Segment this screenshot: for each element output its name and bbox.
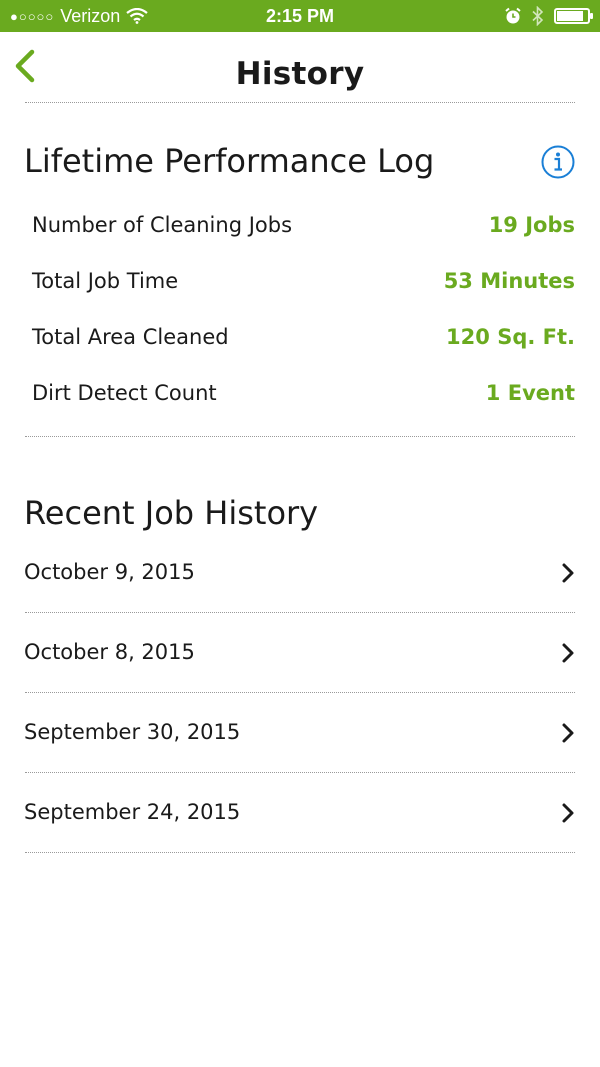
chevron-right-icon: [562, 643, 574, 663]
divider: [25, 102, 575, 103]
page-title: History: [235, 56, 365, 92]
stat-row-cleaning-jobs: Number of Cleaning Jobs 19 Jobs: [32, 213, 575, 243]
divider: [25, 436, 575, 437]
info-button[interactable]: [541, 145, 575, 179]
stat-label: Dirt Detect Count: [32, 381, 217, 405]
stat-label: Total Job Time: [32, 269, 179, 293]
job-history-row[interactable]: October 9, 2015: [24, 554, 575, 594]
job-date: October 8, 2015: [24, 640, 195, 664]
job-date: October 9, 2015: [24, 560, 195, 584]
stat-row-dirt-detect: Dirt Detect Count 1 Event: [32, 381, 575, 411]
stat-value: 120 Sq. Ft.: [446, 325, 575, 349]
chevron-right-icon: [562, 803, 574, 823]
stat-value: 1 Event: [485, 381, 575, 405]
divider: [25, 852, 575, 853]
info-icon: [541, 145, 575, 179]
status-bar: ●○○○○ Verizon 2:15 PM: [0, 0, 600, 32]
chevron-right-icon: [562, 723, 574, 743]
stat-label: Total Area Cleaned: [32, 325, 229, 349]
stat-label: Number of Cleaning Jobs: [32, 213, 293, 237]
stat-value: 53 Minutes: [443, 269, 575, 293]
battery-level: [557, 11, 583, 21]
job-history-row[interactable]: September 24, 2015: [24, 794, 575, 834]
bluetooth-icon: [532, 6, 544, 26]
status-right: [504, 0, 593, 32]
recent-section-title: Recent Job History: [24, 494, 319, 532]
battery-icon: [554, 8, 593, 24]
divider: [25, 612, 575, 613]
stat-row-job-time: Total Job Time 53 Minutes: [32, 269, 575, 299]
alarm-icon: [505, 7, 521, 24]
job-history-row[interactable]: September 30, 2015: [24, 714, 575, 754]
stat-row-area-cleaned: Total Area Cleaned 120 Sq. Ft.: [32, 325, 575, 355]
lifetime-section-title: Lifetime Performance Log: [24, 142, 435, 180]
job-date: September 30, 2015: [24, 720, 241, 744]
nav-bar: History: [0, 32, 600, 104]
job-date: September 24, 2015: [24, 800, 241, 824]
stat-value: 19 Jobs: [488, 213, 575, 237]
chevron-right-icon: [562, 563, 574, 583]
divider: [25, 692, 575, 693]
job-history-row[interactable]: October 8, 2015: [24, 634, 575, 674]
divider: [25, 772, 575, 773]
